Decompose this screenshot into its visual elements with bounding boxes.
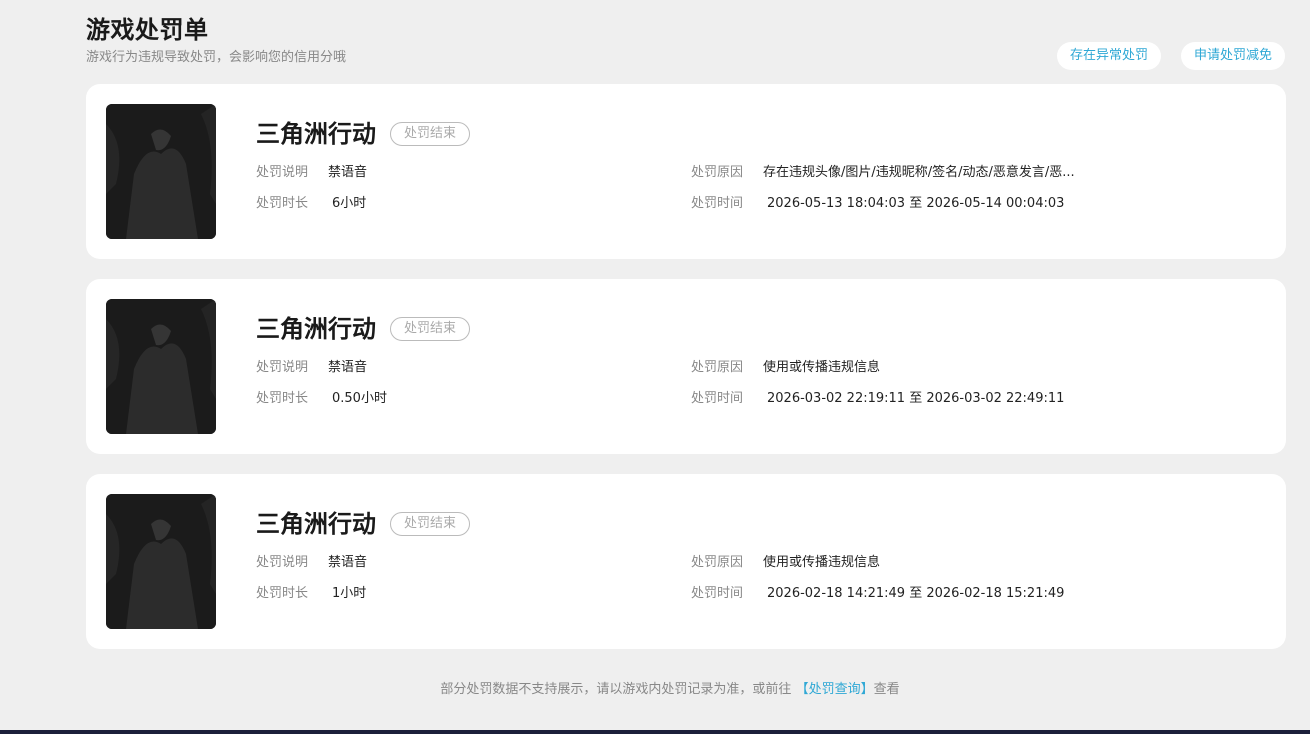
- penalty-duration-value: 0.50小时: [332, 391, 387, 406]
- penalty-reason-label: 处罚原因: [691, 555, 744, 570]
- penalty-time-field: 处罚时间 2026-02-18 14:21:49 至 2026-02-18 15…: [691, 585, 1064, 603]
- bottom-bar: [0, 730, 1310, 734]
- penalty-time-value: 2026-05-13 18:04:03 至 2026-05-14 00:04:0…: [767, 196, 1065, 211]
- game-name: 三角洲行动: [256, 120, 376, 148]
- penalty-time-field: 处罚时间 2026-03-02 22:19:11 至 2026-03-02 22…: [691, 390, 1064, 408]
- footer-note: 部分处罚数据不支持展示，请以游戏内处罚记录为准，或前往 【处罚查询】查看: [0, 680, 1310, 700]
- penalty-reason-value: 使用或传播违规信息: [763, 360, 881, 375]
- penalty-card[interactable]: 三角洲行动 处罚结束 处罚说明 禁语音 处罚时长 1小时 处罚原因 使用或传播违…: [86, 474, 1286, 649]
- penalty-desc-value: 禁语音: [328, 555, 368, 570]
- penalty-reason-field: 处罚原因 使用或传播违规信息: [691, 359, 880, 377]
- footer-prefix: 部分处罚数据不支持展示，请以游戏内处罚记录为准，或前往: [440, 682, 792, 697]
- penalty-reason-label: 处罚原因: [691, 360, 744, 375]
- game-title-row: 三角洲行动 处罚结束: [256, 313, 471, 345]
- penalty-reason-field: 处罚原因 存在违规头像/图片/违规昵称/签名/动态/恶意发言/恶...: [691, 164, 1075, 182]
- penalty-desc-label: 处罚说明: [256, 165, 309, 180]
- page-title: 游戏处罚单: [86, 16, 209, 44]
- penalty-desc-label: 处罚说明: [256, 360, 309, 375]
- penalty-reason-value: 存在违规头像/图片/违规昵称/签名/动态/恶意发言/恶...: [763, 165, 1075, 180]
- penalty-desc-field: 处罚说明 禁语音: [256, 359, 367, 377]
- penalty-duration-field: 处罚时长 6小时: [256, 195, 366, 213]
- top-actions: 存在异常处罚 申请处罚减免: [1056, 42, 1285, 70]
- penalty-duration-field: 处罚时长 1小时: [256, 585, 366, 603]
- penalty-list: 三角洲行动 处罚结束 处罚说明 禁语音 处罚时长 6小时 处罚原因 存在违规头像…: [86, 84, 1286, 669]
- penalty-duration-label: 处罚时长: [256, 196, 309, 211]
- game-name: 三角洲行动: [256, 315, 376, 343]
- game-cover-image: [106, 494, 216, 629]
- game-title-row: 三角洲行动 处罚结束: [256, 508, 471, 540]
- penalty-time-label: 处罚时间: [691, 586, 744, 601]
- penalty-reason-label: 处罚原因: [691, 165, 744, 180]
- abnormal-penalty-button[interactable]: 存在异常处罚: [1056, 42, 1161, 70]
- status-badge: 处罚结束: [390, 317, 471, 341]
- status-badge: 处罚结束: [390, 122, 471, 146]
- penalty-desc-field: 处罚说明 禁语音: [256, 164, 367, 182]
- penalty-duration-field: 处罚时长 0.50小时: [256, 390, 387, 408]
- penalty-desc-value: 禁语音: [328, 360, 368, 375]
- page-header: 游戏处罚单 游戏行为违规导致处罚，会影响您的信用分哦: [86, 14, 346, 68]
- penalty-time-value: 2026-03-02 22:19:11 至 2026-03-02 22:49:1…: [767, 391, 1065, 406]
- game-cover-art: [106, 104, 216, 239]
- penalty-query-link[interactable]: 【处罚查询】: [796, 682, 874, 697]
- footer-suffix: 查看: [873, 682, 900, 697]
- game-cover-art: [106, 494, 216, 629]
- page-subtitle: 游戏行为违规导致处罚，会影响您的信用分哦: [86, 50, 347, 65]
- game-cover-art: [106, 299, 216, 434]
- penalty-time-label: 处罚时间: [691, 196, 744, 211]
- penalty-duration-label: 处罚时长: [256, 391, 309, 406]
- penalty-desc-field: 处罚说明 禁语音: [256, 554, 367, 572]
- status-badge: 处罚结束: [390, 512, 471, 536]
- appeal-reduction-button[interactable]: 申请处罚减免: [1180, 42, 1285, 70]
- game-cover-image: [106, 104, 216, 239]
- game-title-row: 三角洲行动 处罚结束: [256, 118, 471, 150]
- penalty-duration-label: 处罚时长: [256, 586, 309, 601]
- penalty-duration-value: 6小时: [332, 196, 367, 211]
- penalty-desc-label: 处罚说明: [256, 555, 309, 570]
- penalty-reason-field: 处罚原因 使用或传播违规信息: [691, 554, 880, 572]
- game-name: 三角洲行动: [256, 510, 376, 538]
- penalty-card[interactable]: 三角洲行动 处罚结束 处罚说明 禁语音 处罚时长 0.50小时 处罚原因 使用或…: [86, 279, 1286, 454]
- penalty-time-label: 处罚时间: [691, 391, 744, 406]
- penalty-time-field: 处罚时间 2026-05-13 18:04:03 至 2026-05-14 00…: [691, 195, 1064, 213]
- penalty-reason-value: 使用或传播违规信息: [763, 555, 881, 570]
- penalty-card[interactable]: 三角洲行动 处罚结束 处罚说明 禁语音 处罚时长 6小时 处罚原因 存在违规头像…: [86, 84, 1286, 259]
- penalty-time-value: 2026-02-18 14:21:49 至 2026-02-18 15:21:4…: [767, 586, 1065, 601]
- game-cover-image: [106, 299, 216, 434]
- penalty-duration-value: 1小时: [332, 586, 367, 601]
- penalty-desc-value: 禁语音: [328, 165, 368, 180]
